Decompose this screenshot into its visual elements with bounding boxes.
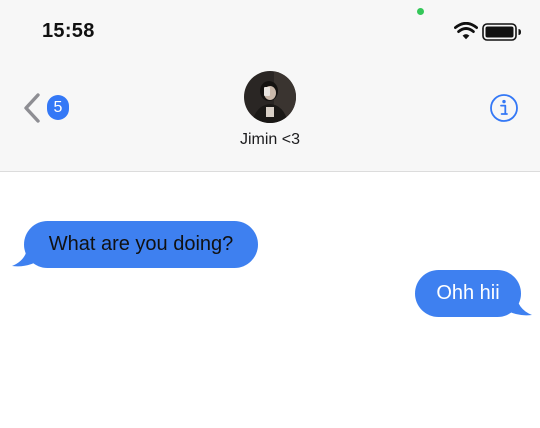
status-bar-time: 15:58 [42,20,95,42]
outgoing-message: Ohh hii [415,270,521,317]
incoming-message: What are you doing? [24,221,258,268]
battery-icon [482,23,521,41]
wifi-icon [454,22,478,40]
unread-count-badge: 5 [47,95,69,120]
back-button[interactable]: 5 [22,90,72,126]
avatar [244,71,296,123]
contact-header[interactable]: Jimin <3 [210,70,330,156]
chevron-left-icon [24,93,40,123]
contact-name: Jimin <3 [239,131,301,148]
mic-indicator-dot [417,8,424,15]
conversation-header: 15:58 5 Jimin <3 [0,0,540,172]
info-icon[interactable] [489,93,519,123]
